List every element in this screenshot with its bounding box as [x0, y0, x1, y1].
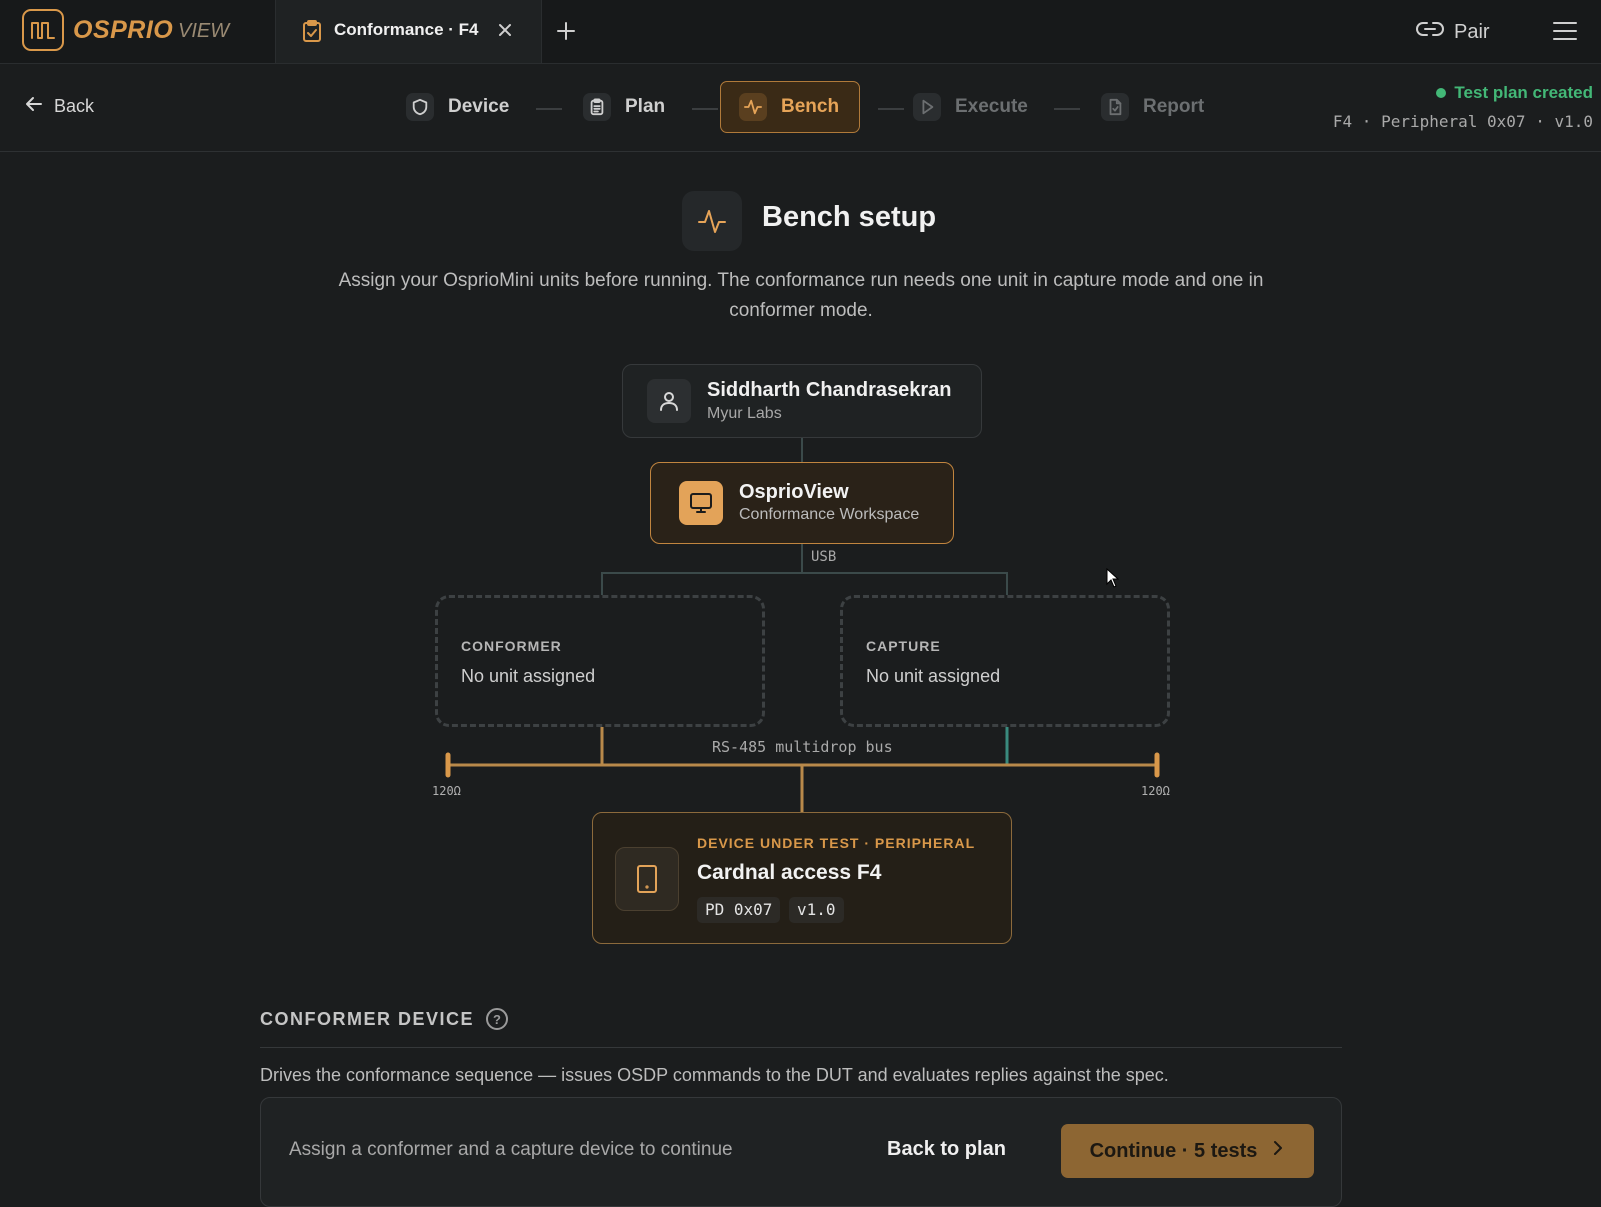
usb-label: USB: [811, 549, 837, 565]
back-to-plan-button[interactable]: Back to plan: [887, 1138, 1006, 1161]
footer-hint: Assign a conformer and a capture device …: [289, 1139, 733, 1160]
termination-label-right: 120Ω: [1141, 784, 1170, 798]
dut-version-badge: v1.0: [789, 897, 844, 923]
help-icon[interactable]: ?: [486, 1008, 509, 1030]
slot-title: CONFORMER: [461, 638, 562, 654]
chevron-right-icon: [1271, 1139, 1285, 1163]
workspace-subtitle: Conformance Workspace: [739, 506, 920, 523]
workspace-name: OsprioView: [739, 481, 849, 503]
dut-name: Cardnal access F4: [697, 861, 882, 884]
bench-wiring-diagram: [445, 438, 1160, 812]
dut-kicker: DEVICE UNDER TEST · PERIPHERAL: [697, 835, 976, 851]
action-footer: Assign a conformer and a capture device …: [260, 1097, 1342, 1207]
dut-address-badge: PD 0x07: [697, 897, 781, 923]
user-card: Siddharth Chandrasekran Myur Labs: [622, 364, 982, 438]
usb-branch-wire: [601, 572, 1008, 595]
capture-slot[interactable]: CAPTURE No unit assigned: [840, 595, 1170, 727]
user-icon: [647, 379, 691, 423]
section-header: CONFORMER DEVICE ?: [260, 1008, 509, 1030]
user-org: Myur Labs: [707, 405, 782, 422]
continue-button[interactable]: Continue · 5 tests: [1061, 1124, 1314, 1178]
section-title: CONFORMER DEVICE: [260, 1008, 475, 1029]
workspace-card: OsprioView Conformance Workspace: [650, 462, 954, 544]
divider: [260, 1047, 1342, 1048]
termination-label-left: 120Ω: [432, 784, 461, 798]
slot-value: No unit assigned: [866, 666, 1001, 686]
user-name: Siddharth Chandrasekran: [707, 379, 952, 401]
slot-title: CAPTURE: [866, 638, 941, 654]
monitor-icon: [679, 481, 723, 525]
tablet-icon: [615, 847, 679, 911]
conformer-slot[interactable]: CONFORMER No unit assigned: [435, 595, 765, 727]
mouse-cursor-icon: [1106, 568, 1120, 588]
section-description: Drives the conformance sequence — issues…: [260, 1065, 1169, 1085]
bus-label: RS-485 multidrop bus: [712, 738, 893, 756]
continue-label: Continue · 5 tests: [1089, 1139, 1258, 1162]
slot-value: No unit assigned: [461, 666, 596, 686]
dut-card: DEVICE UNDER TEST · PERIPHERAL Cardnal a…: [592, 812, 1012, 944]
